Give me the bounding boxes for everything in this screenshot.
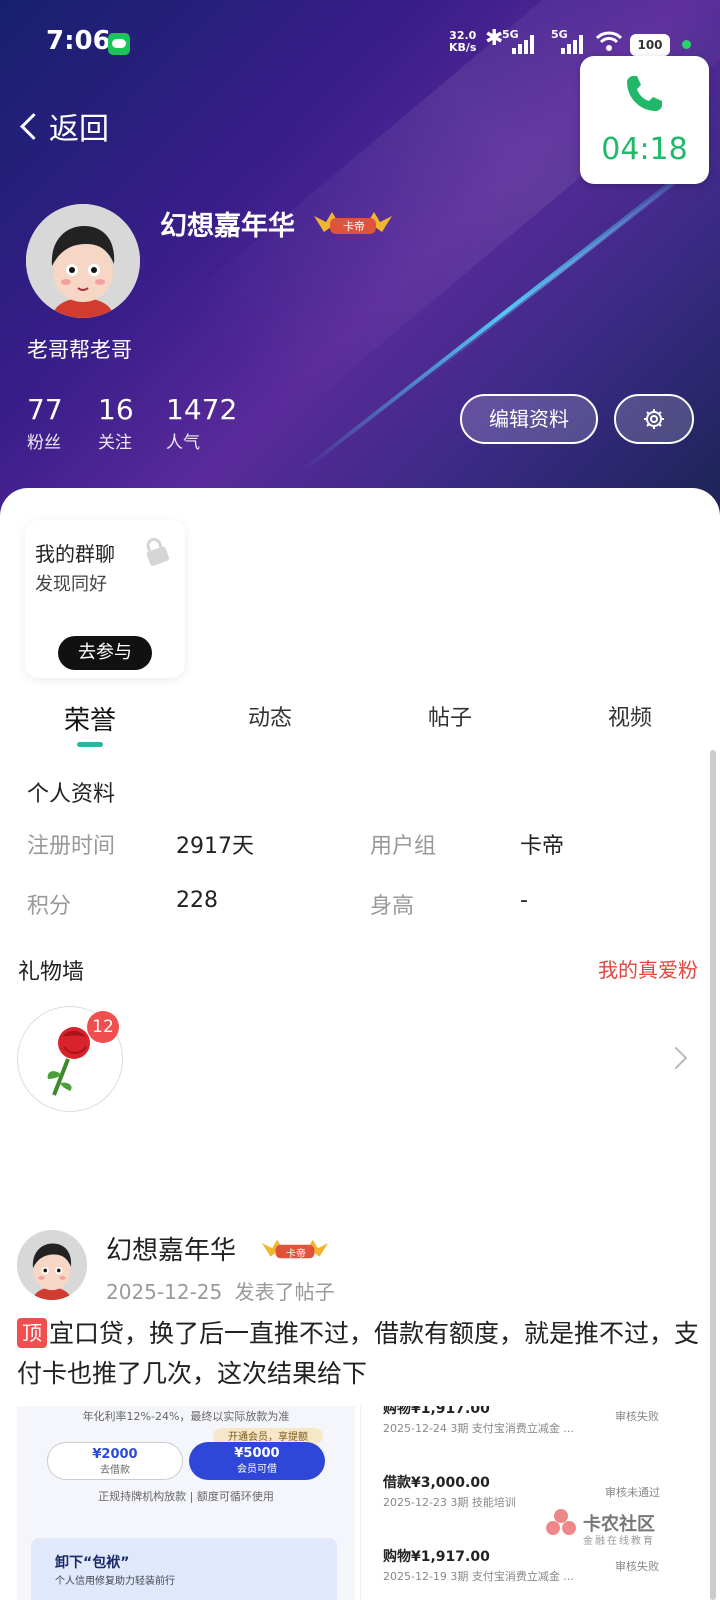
lock-icon — [146, 537, 169, 566]
profile-username: 幻想嘉年华 — [160, 211, 295, 242]
post-image-2[interactable]: 购物¥1,917.00 2025-12-24 3期 支付宝消费立减金 ... 审… — [360, 1406, 704, 1600]
record-status: 审核失败 — [615, 1560, 659, 1573]
rank-badge: 卡帝 — [312, 210, 394, 236]
true-fans-link[interactable]: 我的真爱粉 — [598, 954, 698, 983]
img1-right-sub: 会员可借 — [237, 1464, 277, 1475]
tab-posts[interactable]: 帖子 — [390, 700, 510, 732]
profile-signature: 老哥帮老哥 — [27, 338, 132, 362]
ongoing-call-widget[interactable]: 04:18 — [580, 56, 709, 184]
gift-count-badge: 12 — [87, 1011, 119, 1043]
cartoon-avatar-icon — [17, 1230, 87, 1300]
img1-left-amount: ¥2000 — [92, 1447, 138, 1462]
scrollbar[interactable] — [710, 750, 716, 1600]
img1-banner-title: 卸下“包袱” — [55, 1555, 130, 1571]
post-image-1[interactable]: 年化利率12%-24%，最终以实际放款为准 开通会员，享提额 ¥2000 去借款… — [17, 1406, 355, 1600]
img1-banner-sub: 个人信用修复助力轻装前行 — [55, 1576, 175, 1587]
edit-profile-button[interactable]: 编辑资料 — [460, 394, 598, 444]
record-amount: 借款¥3,000.00 — [383, 1475, 490, 1491]
img1-banner: 卸下“包袱” 个人信用修复助力轻装前行 — [31, 1538, 337, 1600]
img1-borrow-option: ¥2000 去借款 — [47, 1442, 183, 1480]
info-value-points: 228 — [176, 888, 218, 913]
tab-activity[interactable]: 动态 — [210, 700, 330, 732]
stat-fans[interactable]: 77 粉丝 — [27, 393, 63, 453]
info-label-usergroup: 用户组 — [370, 834, 437, 859]
info-label-height: 身高 — [370, 894, 415, 919]
join-group-button[interactable]: 去参与 — [58, 636, 152, 670]
settings-button[interactable] — [614, 394, 694, 444]
record-date: 2025-12-23 3期 技能培训 — [383, 1496, 516, 1509]
record-status: 审核未通过 — [605, 1486, 660, 1499]
net-speed-unit: KB/s — [449, 41, 477, 54]
signal-icon — [512, 34, 538, 54]
post-text[interactable]: 顶宜口贷，换了后一直推不过，借款有额度，就是推不过，支付卡也推了几次，这次结果给… — [17, 1314, 707, 1394]
cartoon-avatar-icon — [26, 204, 140, 318]
wechat-notification-icon — [108, 33, 130, 55]
profile-tabs: 荣誉 动态 帖子 视频 — [0, 692, 720, 752]
img1-note: 正规持牌机构放款 | 额度可循环使用 — [98, 1490, 274, 1503]
pinned-tag: 顶 — [17, 1318, 47, 1348]
record-status: 审核失败 — [615, 1410, 659, 1423]
group-card-title: 我的群聊 — [35, 542, 115, 566]
mic-indicator-icon — [682, 40, 691, 49]
post-rank-badge: 卡帝 — [258, 1238, 332, 1260]
personal-info-title: 个人资料 — [27, 782, 116, 807]
stat-value: 77 — [27, 393, 63, 426]
img1-rate-text: 年化利率12%-24%，最终以实际放款为准 — [82, 1410, 290, 1423]
info-value-height: - — [520, 888, 528, 913]
phone-icon — [627, 76, 662, 111]
bluetooth-icon: ✱ — [485, 26, 504, 51]
status-time: 7:06 — [46, 26, 111, 56]
post-author-name[interactable]: 幻想嘉年华 — [106, 1230, 236, 1267]
img1-right-amount: ¥5000 — [234, 1446, 280, 1461]
stat-label: 关注 — [98, 433, 132, 453]
stat-label: 粉丝 — [27, 433, 61, 453]
watermark-logo — [543, 1506, 583, 1542]
network-speed: 32.0 KB/s — [449, 30, 476, 54]
stat-value: 1472 — [166, 393, 238, 426]
img1-left-sub: 去借款 — [100, 1465, 130, 1476]
info-value-usergroup: 卡帝 — [520, 834, 565, 859]
post-date: 2025-12-25 — [106, 1280, 223, 1304]
rank-badge-label: 卡帝 — [343, 220, 365, 233]
group-card-subtitle: 发现同好 — [35, 574, 107, 595]
battery-icon: 100 — [630, 34, 670, 56]
call-timer: 04:18 — [601, 132, 688, 167]
img1-vip-option: ¥5000 会员可借 — [189, 1442, 325, 1480]
record-date: 2025-12-19 3期 支付宝消费立减金 ... — [383, 1570, 574, 1583]
post-meta: 2025-12-25 发表了帖子 — [106, 1276, 335, 1305]
tab-honor[interactable]: 荣誉 — [30, 700, 150, 737]
back-label: 返回 — [49, 112, 109, 147]
gear-icon — [644, 409, 664, 429]
gift-wall-title: 礼物墙 — [18, 960, 85, 985]
active-tab-indicator — [77, 742, 103, 747]
record-date: 2025-12-24 3期 支付宝消费立减金 ... — [383, 1422, 574, 1435]
record-amount: 购物¥1,917.00 — [383, 1549, 490, 1565]
kanong-logo-icon — [546, 1509, 576, 1535]
back-button[interactable]: 返回 — [18, 104, 109, 148]
avatar[interactable] — [26, 204, 140, 318]
info-value-register: 2917天 — [176, 834, 254, 859]
post-action: 发表了帖子 — [234, 1280, 335, 1304]
post-content: 宜口贷，换了后一直推不过，借款有额度，就是推不过，支付卡也推了几次，这次结果给下 — [17, 1319, 700, 1388]
group-chat-card[interactable]: 我的群聊 发现同好 去参与 — [25, 520, 185, 678]
wifi-icon — [596, 31, 622, 51]
info-label-points: 积分 — [27, 894, 72, 919]
stat-popularity[interactable]: 1472 人气 — [166, 393, 237, 453]
watermark-sub: 金融在线教育 — [583, 1536, 655, 1547]
tab-videos[interactable]: 视频 — [570, 700, 690, 732]
stat-value: 16 — [98, 393, 134, 426]
post-rank-badge-label: 卡帝 — [286, 1249, 306, 1260]
signal-icon-2 — [561, 34, 587, 54]
info-label-register: 注册时间 — [27, 834, 116, 859]
post-author-avatar[interactable] — [17, 1230, 87, 1300]
stat-label: 人气 — [166, 433, 200, 453]
record-amount: 购物¥1,917.00 — [383, 1406, 490, 1417]
chevron-left-icon — [20, 112, 47, 140]
stat-following[interactable]: 16 关注 — [98, 393, 134, 453]
